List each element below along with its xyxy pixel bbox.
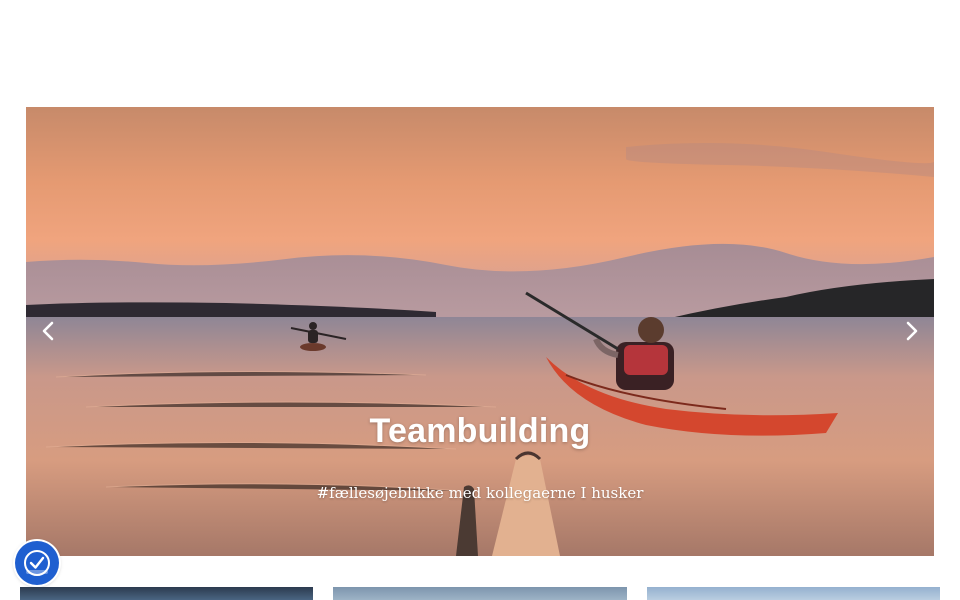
chevron-left-icon bbox=[42, 321, 54, 341]
slider-prev-button[interactable] bbox=[36, 317, 60, 345]
thumbnail-card-3[interactable] bbox=[647, 587, 940, 600]
thumbnail-card-1[interactable] bbox=[20, 587, 313, 600]
thumbnail-card-2[interactable] bbox=[333, 587, 627, 600]
chevron-right-icon bbox=[906, 321, 918, 341]
slider-next-button[interactable] bbox=[900, 317, 924, 345]
hero-title: Teambuilding bbox=[369, 412, 591, 450]
accessibility-icon bbox=[24, 550, 50, 576]
hero-subtitle: #fællesøjeblikke med kollegaerne I huske… bbox=[316, 484, 644, 502]
hero-slider[interactable]: Teambuilding #fællesøjeblikke med kolleg… bbox=[26, 107, 934, 556]
accessibility-button[interactable] bbox=[15, 541, 59, 585]
page: Teambuilding #fællesøjeblikke med kolleg… bbox=[0, 0, 960, 600]
